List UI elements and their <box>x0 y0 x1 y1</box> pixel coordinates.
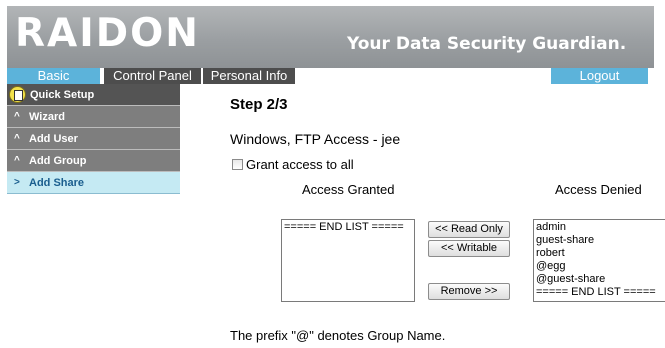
access-granted-heading: Access Granted <box>302 182 395 197</box>
sidebar-section-quick-setup[interactable]: Quick Setup <box>7 84 180 106</box>
sidebar-item-label: Add User <box>29 133 78 145</box>
list-option[interactable]: admin <box>536 221 663 234</box>
list-option[interactable]: guest-share <box>536 234 663 247</box>
sidebar-item-label: Add Share <box>29 177 85 189</box>
sidebar-item-add-user[interactable]: ^ Add User <box>7 128 180 150</box>
header-banner: RAIDON Your Data Security Guardian. <box>7 6 654 68</box>
chevron-right-icon: > <box>14 177 20 188</box>
sidebar-section-label: Quick Setup <box>30 89 95 101</box>
raidon-logo: RAIDON <box>15 11 200 56</box>
raidon-admin-window: RAIDON Your Data Security Guardian. Basi… <box>0 0 665 348</box>
access-denied-heading: Access Denied <box>555 182 642 197</box>
group-prefix-note: The prefix "@" denotes Group Name. <box>230 328 446 343</box>
step-indicator: Step 2/3 <box>230 96 288 113</box>
sidebar-item-wizard[interactable]: ^ Wizard <box>7 106 180 128</box>
grant-all-checkbox[interactable] <box>232 159 243 170</box>
access-granted-listbox[interactable]: ===== END LIST ===== <box>281 219 415 302</box>
tab-basic[interactable]: Basic <box>7 68 100 84</box>
grant-writable-button[interactable]: << Writable <box>428 240 510 257</box>
tagline: Your Data Security Guardian. <box>347 34 627 54</box>
page-title: Windows, FTP Access - jee <box>230 131 401 147</box>
tab-personal-info[interactable]: Personal Info <box>203 68 295 84</box>
sidebar-item-add-group[interactable]: ^ Add Group <box>7 150 180 172</box>
list-option[interactable]: robert <box>536 247 663 260</box>
grant-all-label[interactable]: Grant access to all <box>246 157 354 172</box>
tab-control-panel[interactable]: Control Panel <box>104 68 201 84</box>
list-option[interactable]: ===== END LIST ===== <box>284 221 412 234</box>
list-option[interactable]: @guest-share <box>536 273 663 286</box>
sidebar-item-label: Wizard <box>29 111 65 123</box>
top-tab-bar: Basic Control Panel Personal Info Logout <box>7 68 654 84</box>
list-option[interactable]: @egg <box>536 260 663 273</box>
chevron-up-icon: ^ <box>14 111 20 122</box>
quick-setup-icon <box>9 86 26 103</box>
access-denied-listbox[interactable]: admin guest-share robert @egg @guest-share ==… <box>533 219 665 302</box>
list-option[interactable]: ===== END LIST ===== <box>536 286 663 299</box>
logout-button[interactable]: Logout <box>551 68 648 84</box>
sidebar-item-add-share[interactable]: > Add Share <box>7 172 180 194</box>
remove-access-button[interactable]: Remove >> <box>428 283 510 300</box>
sidebar-item-label: Add Group <box>29 155 87 167</box>
chevron-up-icon: ^ <box>14 133 20 144</box>
main-content: Step 2/3 Windows, FTP Access - jee Grant… <box>180 84 665 348</box>
grant-read-only-button[interactable]: << Read Only <box>428 221 510 238</box>
chevron-up-icon: ^ <box>14 155 20 166</box>
